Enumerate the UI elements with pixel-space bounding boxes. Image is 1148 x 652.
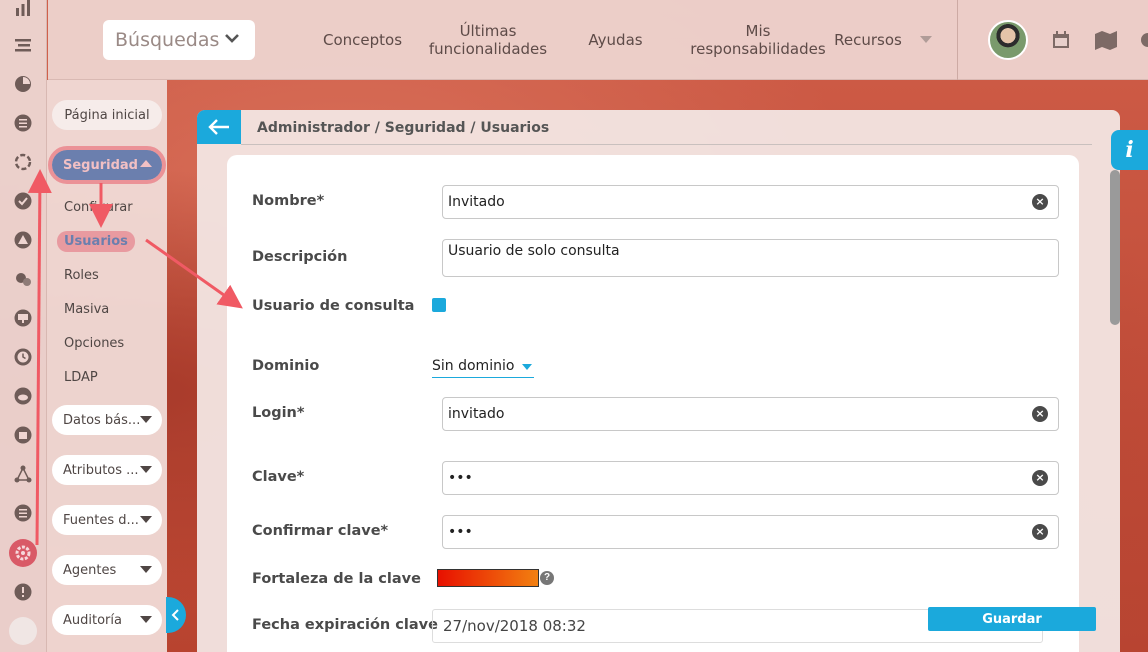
submenu-roles[interactable]: Roles (64, 268, 99, 283)
login-value: invitado (448, 406, 505, 422)
search-label: Búsquedas (115, 29, 220, 51)
password-label: Clave* (252, 469, 305, 485)
password-value: ••• (448, 470, 473, 486)
pie-icon[interactable] (9, 70, 37, 98)
back-button[interactable] (197, 110, 241, 144)
chevron-down-icon (140, 516, 152, 523)
query-user-label: Usuario de consulta (252, 298, 415, 314)
security-label: Seguridad (63, 157, 138, 173)
chevron-up-icon (140, 160, 152, 167)
login-label: Login* (252, 405, 305, 421)
group-label: Agentes (63, 562, 117, 578)
arrow-left-icon (208, 119, 229, 135)
submenu-configurar[interactable]: Configurar (64, 200, 133, 215)
description-field[interactable]: Usuario de solo consulta (442, 239, 1059, 277)
group-label: Fuentes d... (63, 512, 139, 528)
calendar-icon[interactable] (1051, 30, 1071, 50)
submenu-masiva[interactable]: Masiva (64, 302, 109, 317)
cloud-icon[interactable] (9, 382, 37, 410)
alert-icon[interactable] (9, 578, 37, 606)
settings-icon[interactable] (9, 539, 37, 567)
chevron-left-icon (171, 609, 179, 621)
network-icon[interactable] (9, 460, 37, 488)
group-label: Datos bás... (63, 412, 141, 428)
user-avatar[interactable] (988, 20, 1028, 60)
home-link[interactable]: Página inicial (52, 100, 162, 130)
header-divider (957, 0, 958, 80)
name-label: Nombre* (252, 193, 325, 209)
clear-icon[interactable]: × (1032, 470, 1048, 486)
group-fuentes[interactable]: Fuentes d... (52, 505, 162, 535)
submenu-usuarios[interactable]: Usuarios (57, 231, 135, 252)
domain-value: Sin dominio (432, 358, 515, 374)
group-label: Auditoría (63, 612, 122, 628)
domain-label: Dominio (252, 358, 320, 374)
nav-recursos[interactable]: Recursos (828, 0, 908, 80)
password-field[interactable]: ••• × (442, 461, 1059, 495)
save-button[interactable]: Guardar (928, 607, 1096, 631)
name-field[interactable]: Invitado × (442, 185, 1059, 219)
calendar-icon[interactable] (9, 421, 37, 449)
group-auditoria[interactable]: Auditoría (52, 605, 162, 635)
help-icon[interactable]: ? (540, 571, 554, 585)
map-icon[interactable] (1094, 30, 1118, 50)
icon-rail (0, 0, 47, 652)
chevron-down-icon (225, 34, 239, 43)
main-panel: Administrador / Seguridad / Usuarios Nom… (197, 110, 1120, 652)
menu-icon[interactable] (9, 31, 37, 59)
query-user-checkbox[interactable] (432, 298, 446, 312)
recursos-dropdown-icon[interactable] (920, 36, 932, 44)
expiration-value: 27/nov/2018 08:32 (443, 617, 586, 635)
user-form: Nombre* Invitado × Descripción Usuario d… (227, 155, 1079, 652)
expiration-label: Fecha expiración clave (252, 617, 438, 633)
chevron-down-icon (140, 616, 152, 623)
chevron-down-icon (140, 416, 152, 423)
cycle-icon[interactable] (9, 148, 37, 176)
confirm-password-value: ••• (448, 524, 473, 540)
strength-label: Fortaleza de la clave (252, 571, 421, 587)
clear-icon[interactable]: × (1032, 524, 1048, 540)
name-value: Invitado (448, 194, 505, 210)
breadcrumb-divider (241, 144, 1092, 145)
top-header: Búsquedas Conceptos Últimas funcionalida… (48, 0, 1148, 80)
description-label: Descripción (252, 249, 348, 265)
group-agentes[interactable]: Agentes (52, 555, 162, 585)
confirm-password-field[interactable]: ••• × (442, 515, 1059, 549)
info-button[interactable]: i (1111, 130, 1148, 170)
security-group[interactable]: Seguridad (48, 146, 166, 184)
nav-mis-responsabilidades[interactable]: Mis responsabilidades (688, 0, 828, 80)
group-label: Atributos ... (63, 462, 139, 478)
extra-icon[interactable] (9, 617, 37, 645)
clear-icon[interactable]: × (1032, 406, 1048, 422)
domain-select[interactable]: Sin dominio (432, 358, 535, 378)
user-settings-icon[interactable] (1138, 30, 1148, 50)
submenu-opciones[interactable]: Opciones (64, 336, 124, 351)
nav-ultimas-funcionalidades[interactable]: Últimas funcionalidades (428, 0, 548, 80)
caret-down-icon (522, 364, 533, 370)
search-dropdown[interactable]: Búsquedas (103, 20, 255, 60)
description-value: Usuario de solo consulta (448, 243, 620, 259)
confirm-password-label: Confirmar clave* (252, 523, 389, 539)
clear-icon[interactable]: × (1032, 194, 1048, 210)
chevron-down-icon (140, 566, 152, 573)
password-strength-bar (437, 569, 539, 587)
breadcrumb: Administrador / Seguridad / Usuarios (257, 120, 550, 136)
chart-icon[interactable] (9, 0, 37, 22)
chevron-down-icon (140, 466, 152, 473)
clock-icon[interactable] (9, 343, 37, 371)
nav-conceptos[interactable]: Conceptos (310, 0, 415, 80)
group-atributos[interactable]: Atributos ... (52, 455, 162, 485)
nav-ayudas[interactable]: Ayudas (578, 0, 653, 80)
check-icon[interactable] (9, 187, 37, 215)
scrollbar[interactable] (1110, 170, 1120, 325)
list-icon[interactable] (9, 499, 37, 527)
section-menu: Página inicial Seguridad Configurar Usua… (47, 80, 167, 652)
submenu-ldap[interactable]: LDAP (64, 370, 98, 385)
login-field[interactable]: invitado × (442, 397, 1059, 431)
group-datos-basicos[interactable]: Datos bás... (52, 405, 162, 435)
warning-icon[interactable] (9, 226, 37, 254)
document-icon[interactable] (9, 109, 37, 137)
monitor-icon[interactable] (9, 304, 37, 332)
gears-icon[interactable] (9, 265, 37, 293)
